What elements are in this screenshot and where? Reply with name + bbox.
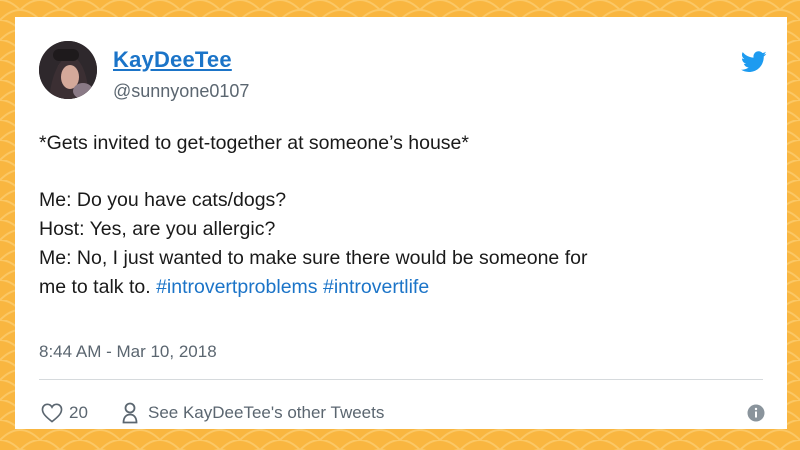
person-icon (122, 402, 138, 424)
tweet-line-last: me to talk to. #introvertproblems #intro… (39, 273, 769, 302)
tweet-line: Host: Yes, are you allergic? (39, 218, 276, 240)
tweet-line: Me: Do you have cats/dogs? (39, 189, 287, 211)
info-icon[interactable] (747, 404, 765, 422)
avatar-image (39, 41, 97, 99)
tweet-line: me to talk to. (39, 276, 151, 298)
tweet-text: *Gets invited to get-together at someone… (39, 129, 769, 302)
user-handle[interactable]: @sunnyone0107 (113, 81, 249, 102)
tweet-card: KayDeeTee @sunnyone0107 *Gets invited to… (15, 17, 787, 429)
tweet-timestamp[interactable]: 8:44 AM - Mar 10, 2018 (39, 342, 217, 362)
hashtag-link[interactable]: #introvertproblems (156, 276, 317, 298)
like-count[interactable]: 20 (69, 403, 88, 423)
twitter-bird-icon[interactable] (741, 51, 767, 73)
avatar[interactable] (39, 41, 97, 99)
tweet-line: Me: No, I just wanted to make sure there… (39, 247, 588, 269)
display-name-link[interactable]: KayDeeTee (113, 47, 232, 73)
divider (39, 379, 763, 380)
heart-icon[interactable] (41, 403, 63, 423)
hashtag-link[interactable]: #introvertlife (323, 276, 429, 298)
tweet-line: *Gets invited to get-together at someone… (39, 132, 469, 154)
see-other-tweets-link[interactable]: See KayDeeTee's other Tweets (148, 403, 384, 423)
